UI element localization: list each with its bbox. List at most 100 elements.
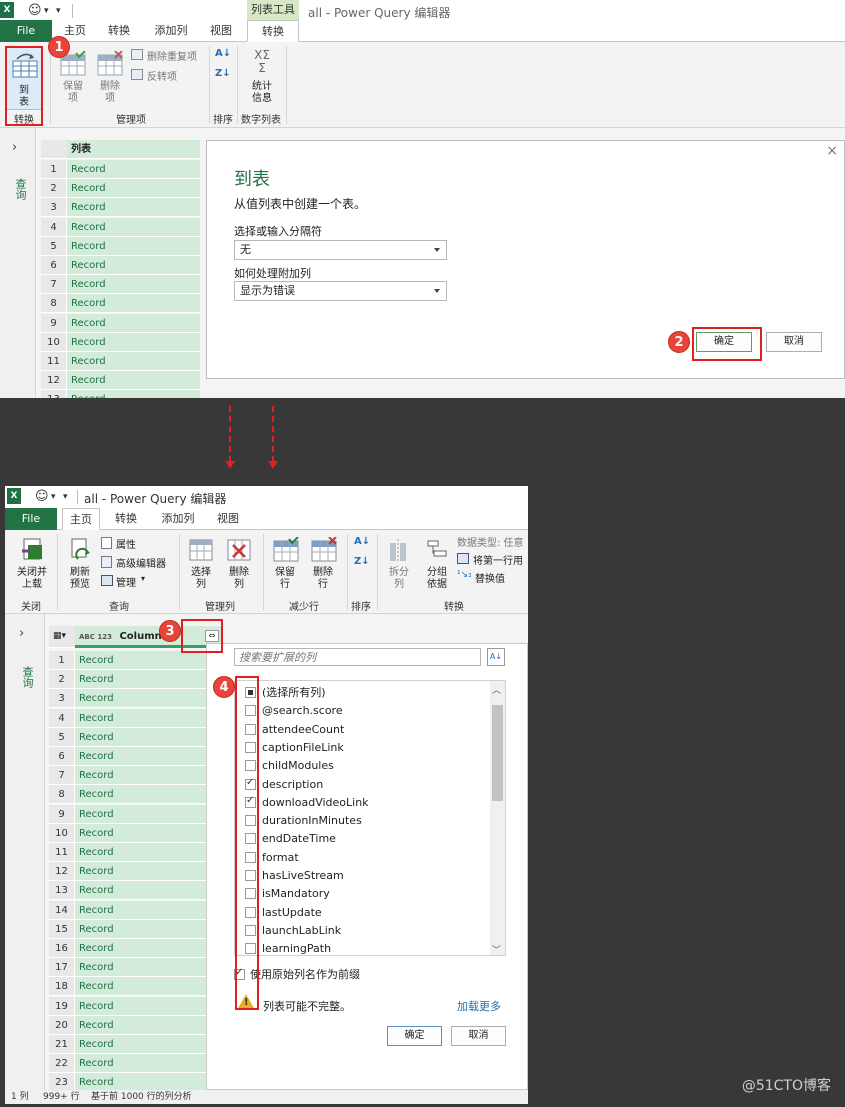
choose-columns-button[interactable]: 选择 列	[183, 532, 217, 594]
record-cell[interactable]: Record	[75, 766, 223, 786]
scroll-down-icon[interactable]: ﹀	[492, 943, 501, 955]
column-option[interactable]: (选择所有列)	[235, 685, 490, 701]
row-number[interactable]: 18	[49, 977, 75, 997]
column-option[interactable]: captionFileLink	[235, 740, 490, 756]
sort-ascending-icon[interactable]: A↓	[215, 48, 231, 64]
column-option[interactable]: @search.score	[235, 703, 490, 719]
row-number[interactable]: 17	[49, 958, 75, 978]
row-number[interactable]: 10	[49, 823, 75, 843]
dropdown-icon[interactable]: ▾	[44, 6, 49, 16]
sort-az-icon[interactable]: A↓	[487, 648, 505, 666]
remove-duplicates-button[interactable]: 删除重复项	[131, 48, 207, 63]
close-and-load-button[interactable]: 关闭并 上载	[9, 532, 53, 594]
record-cell[interactable]: Record	[75, 823, 223, 843]
record-cell[interactable]: Record	[75, 708, 223, 728]
column-option[interactable]: launchLabLink	[235, 923, 490, 939]
record-cell[interactable]: Record	[75, 689, 223, 709]
record-cell[interactable]: Record	[75, 804, 223, 824]
tab-transform[interactable]: 转换	[109, 508, 143, 530]
tab-file[interactable]: File	[5, 508, 57, 530]
tab-transform[interactable]: 转换	[102, 20, 136, 42]
record-cell[interactable]: Record	[67, 275, 200, 295]
column-option[interactable]: isMandatory	[235, 886, 490, 902]
row-number[interactable]: 9	[41, 313, 67, 333]
record-cell[interactable]: Record	[75, 881, 223, 901]
row-number[interactable]: 1	[49, 651, 75, 670]
record-cell[interactable]: Record	[75, 996, 223, 1016]
record-cell[interactable]: Record	[67, 294, 200, 314]
dropdown-icon[interactable]: ▾	[51, 492, 56, 502]
tab-add-column[interactable]: 添加列	[155, 508, 201, 530]
row-number[interactable]: 2	[49, 670, 75, 690]
row-number[interactable]: 8	[41, 294, 67, 314]
column-option[interactable]: durationInMinutes	[235, 813, 490, 829]
grid-corner[interactable]	[41, 140, 67, 159]
row-number[interactable]: 7	[49, 766, 75, 786]
row-number[interactable]: 22	[49, 1054, 75, 1074]
tab-file[interactable]: File	[0, 20, 52, 42]
row-number[interactable]: 14	[49, 900, 75, 920]
record-cell[interactable]: Record	[75, 1054, 223, 1074]
expand-pane-icon[interactable]: ›	[12, 140, 17, 155]
record-cell[interactable]: Record	[75, 670, 223, 690]
reverse-items-button[interactable]: 反转项	[131, 68, 207, 83]
column-option[interactable]: lastUpdate	[235, 905, 490, 921]
column-option[interactable]: format	[235, 850, 490, 866]
row-number[interactable]: 21	[49, 1035, 75, 1054]
record-cell[interactable]: Record	[75, 1073, 223, 1090]
row-number[interactable]: 8	[49, 785, 75, 805]
column-option[interactable]: attendeeCount	[235, 722, 490, 738]
delimiter-dropdown[interactable]: 无	[234, 240, 447, 260]
expand-pane-icon[interactable]: ›	[19, 626, 24, 641]
row-number[interactable]: 2	[41, 179, 67, 199]
record-cell[interactable]: Record	[67, 179, 200, 199]
sort-ascending-icon[interactable]: A↓	[354, 536, 370, 547]
record-cell[interactable]: Record	[75, 919, 223, 939]
column-option[interactable]: description	[235, 777, 490, 793]
column-option[interactable]: hasLiveStream	[235, 868, 490, 884]
row-number[interactable]: 12	[41, 371, 67, 391]
record-cell[interactable]: Record	[67, 352, 200, 371]
split-column-button[interactable]: 拆分 列	[381, 532, 415, 594]
tab-add-column[interactable]: 添加列	[148, 20, 194, 42]
row-number[interactable]: 7	[41, 275, 67, 295]
row-number[interactable]: 11	[49, 843, 75, 862]
row-number[interactable]: 6	[41, 256, 67, 275]
customize-qat-icon[interactable]: ▾	[63, 492, 68, 502]
row-number[interactable]: 5	[41, 236, 67, 256]
smiley-icon[interactable]: ☺	[35, 489, 49, 504]
record-cell[interactable]: Record	[67, 236, 200, 256]
record-cell[interactable]: Record	[75, 900, 223, 920]
row-number[interactable]: 15	[49, 919, 75, 939]
remove-rows-button[interactable]: 删除 行	[305, 532, 339, 594]
statistics-button[interactable]: XΣ Σ 统计 信息	[243, 46, 279, 106]
ok-button[interactable]: 确定	[387, 1026, 442, 1046]
record-cell[interactable]: Record	[67, 371, 200, 391]
tab-list-transform[interactable]: 转换	[247, 20, 299, 42]
scroll-up-icon[interactable]: ︿	[492, 683, 501, 696]
record-cell[interactable]: Record	[75, 651, 223, 670]
row-number[interactable]: 16	[49, 939, 75, 958]
manage-button[interactable]: 管理 ▾	[101, 574, 161, 589]
cancel-button[interactable]: 取消	[766, 332, 822, 352]
tab-view[interactable]: 视图	[211, 508, 245, 530]
record-cell[interactable]: Record	[67, 256, 200, 275]
smiley-icon[interactable]: ☺	[28, 3, 42, 18]
close-icon[interactable]: ×	[826, 143, 838, 159]
record-cell[interactable]: Record	[75, 958, 223, 978]
record-cell[interactable]: Record	[67, 390, 200, 398]
record-cell[interactable]: Record	[67, 217, 200, 237]
advanced-editor-button[interactable]: 高级编辑器	[101, 555, 173, 570]
replace-values-button[interactable]: ¹↘₂ 替换值	[457, 570, 529, 585]
column-option[interactable]: downloadVideoLink	[235, 795, 490, 811]
column-option[interactable]: childModules	[235, 758, 490, 774]
data-type-selector[interactable]: 数据类型: 任意	[457, 534, 524, 549]
row-number[interactable]: 10	[41, 332, 67, 352]
row-number[interactable]: 12	[49, 862, 75, 882]
scrollbar-thumb[interactable]	[492, 705, 503, 801]
column-option[interactable]: learningPath	[235, 941, 490, 955]
sort-descending-icon[interactable]: Z↓	[354, 556, 370, 567]
table-menu-icon[interactable]: ▦▾	[49, 626, 75, 648]
record-cell[interactable]: Record	[75, 1035, 223, 1054]
row-number[interactable]: 19	[49, 996, 75, 1016]
